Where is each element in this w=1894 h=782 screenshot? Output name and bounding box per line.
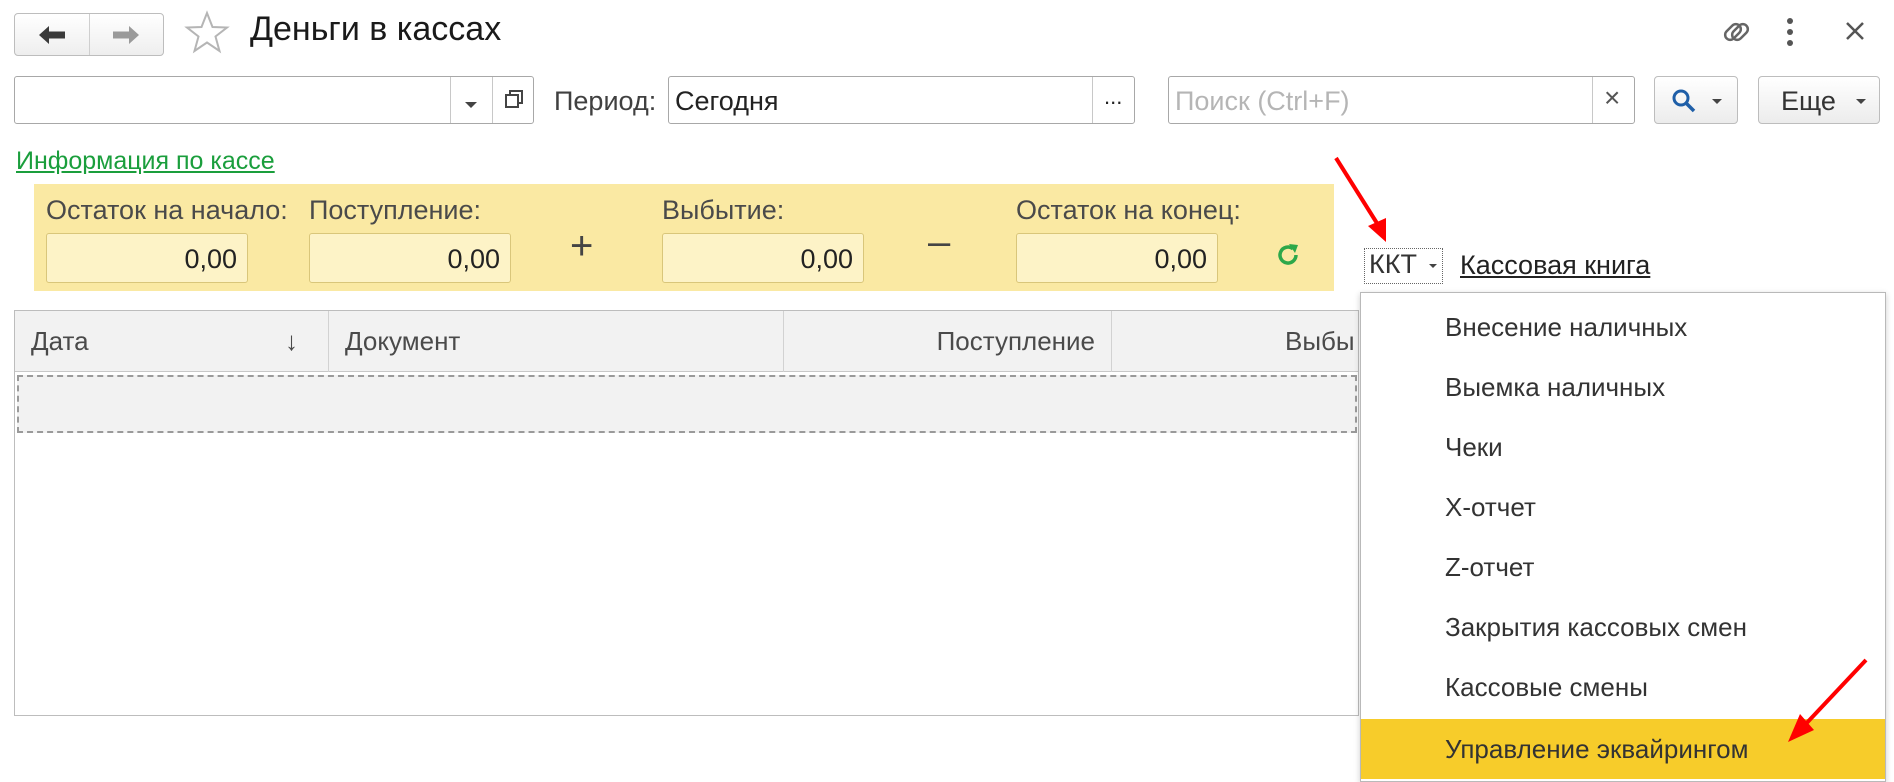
cash-register-select[interactable] bbox=[14, 76, 534, 124]
more-label: Еще bbox=[1781, 86, 1836, 116]
income-label: Поступление: bbox=[309, 195, 481, 225]
kkt-menu-button[interactable]: ККТ bbox=[1364, 248, 1444, 284]
more-vertical-icon[interactable] bbox=[1784, 16, 1796, 53]
forward-button[interactable] bbox=[88, 14, 164, 55]
nav-buttons bbox=[14, 13, 164, 56]
period-value: Сегодня bbox=[675, 86, 779, 116]
chevron-down-icon bbox=[1712, 99, 1722, 104]
summary-panel: Остаток на начало: 0,00 Поступление: 0,0… bbox=[34, 184, 1334, 291]
start-balance-label: Остаток на начало: bbox=[46, 195, 288, 225]
search-input[interactable]: Поиск (Ctrl+F) bbox=[1168, 76, 1635, 124]
sort-down-icon[interactable]: ↓ bbox=[285, 311, 315, 372]
plus-sign: + bbox=[570, 224, 594, 268]
more-button[interactable]: Еще bbox=[1758, 76, 1880, 124]
end-balance-field: 0,00 bbox=[1016, 233, 1218, 283]
page-title: Деньги в кассах bbox=[250, 10, 502, 48]
period-label: Период: bbox=[554, 86, 657, 116]
table-header: Дата ↓ Документ Поступление Выбы bbox=[15, 311, 1358, 372]
link-icon[interactable] bbox=[1718, 14, 1754, 55]
end-balance-label: Остаток на конец: bbox=[1016, 195, 1241, 225]
open-icon[interactable] bbox=[504, 89, 524, 114]
column-header-document[interactable]: Документ bbox=[345, 311, 745, 372]
menu-item-receipts[interactable]: Чеки bbox=[1361, 417, 1885, 477]
search-placeholder: Поиск (Ctrl+F) bbox=[1175, 86, 1350, 116]
outflow-field: 0,00 bbox=[662, 233, 864, 283]
income-field: 0,00 bbox=[309, 233, 511, 283]
column-header-date[interactable]: Дата bbox=[31, 311, 281, 372]
annotation-arrow-icon bbox=[1334, 156, 1386, 242]
close-icon[interactable] bbox=[1844, 20, 1866, 47]
back-button[interactable] bbox=[15, 14, 89, 55]
arrow-right-icon bbox=[113, 25, 140, 44]
column-header-outflow[interactable]: Выбы bbox=[1285, 311, 1365, 372]
search-icon bbox=[1672, 89, 1696, 113]
documents-table: Дата ↓ Документ Поступление Выбы bbox=[14, 310, 1359, 716]
menu-item-cash-withdrawal[interactable]: Выемка наличных bbox=[1361, 357, 1885, 417]
chevron-down-icon bbox=[1856, 99, 1866, 104]
chevron-down-icon bbox=[1429, 263, 1438, 268]
outflow-label: Выбытие: bbox=[662, 195, 785, 225]
search-button[interactable] bbox=[1654, 76, 1738, 124]
menu-item-x-report[interactable]: X-отчет bbox=[1361, 477, 1885, 537]
refresh-icon[interactable] bbox=[1274, 241, 1302, 269]
menu-item-z-report[interactable]: Z-отчет bbox=[1361, 537, 1885, 597]
menu-item-cash-deposit[interactable]: Внесение наличных bbox=[1361, 297, 1885, 357]
column-header-income[interactable]: Поступление bbox=[795, 311, 1095, 372]
annotation-arrow-icon bbox=[1788, 658, 1868, 742]
search-clear-button[interactable]: × bbox=[1604, 82, 1620, 114]
cashbook-link[interactable]: Кассовая книга bbox=[1460, 250, 1650, 281]
arrow-left-icon bbox=[38, 25, 65, 44]
chevron-down-icon[interactable] bbox=[464, 96, 478, 114]
period-field[interactable]: Сегодня bbox=[668, 76, 1135, 124]
favorite-star-icon[interactable] bbox=[183, 9, 231, 62]
menu-item-shift-closings[interactable]: Закрытия кассовых смен bbox=[1361, 597, 1885, 657]
minus-sign: – bbox=[928, 220, 951, 264]
table-row[interactable] bbox=[17, 375, 1357, 433]
cash-info-link[interactable]: Информация по кассе bbox=[16, 147, 275, 176]
period-pick-button[interactable]: ... bbox=[1104, 84, 1122, 110]
start-balance-field: 0,00 bbox=[46, 233, 248, 283]
